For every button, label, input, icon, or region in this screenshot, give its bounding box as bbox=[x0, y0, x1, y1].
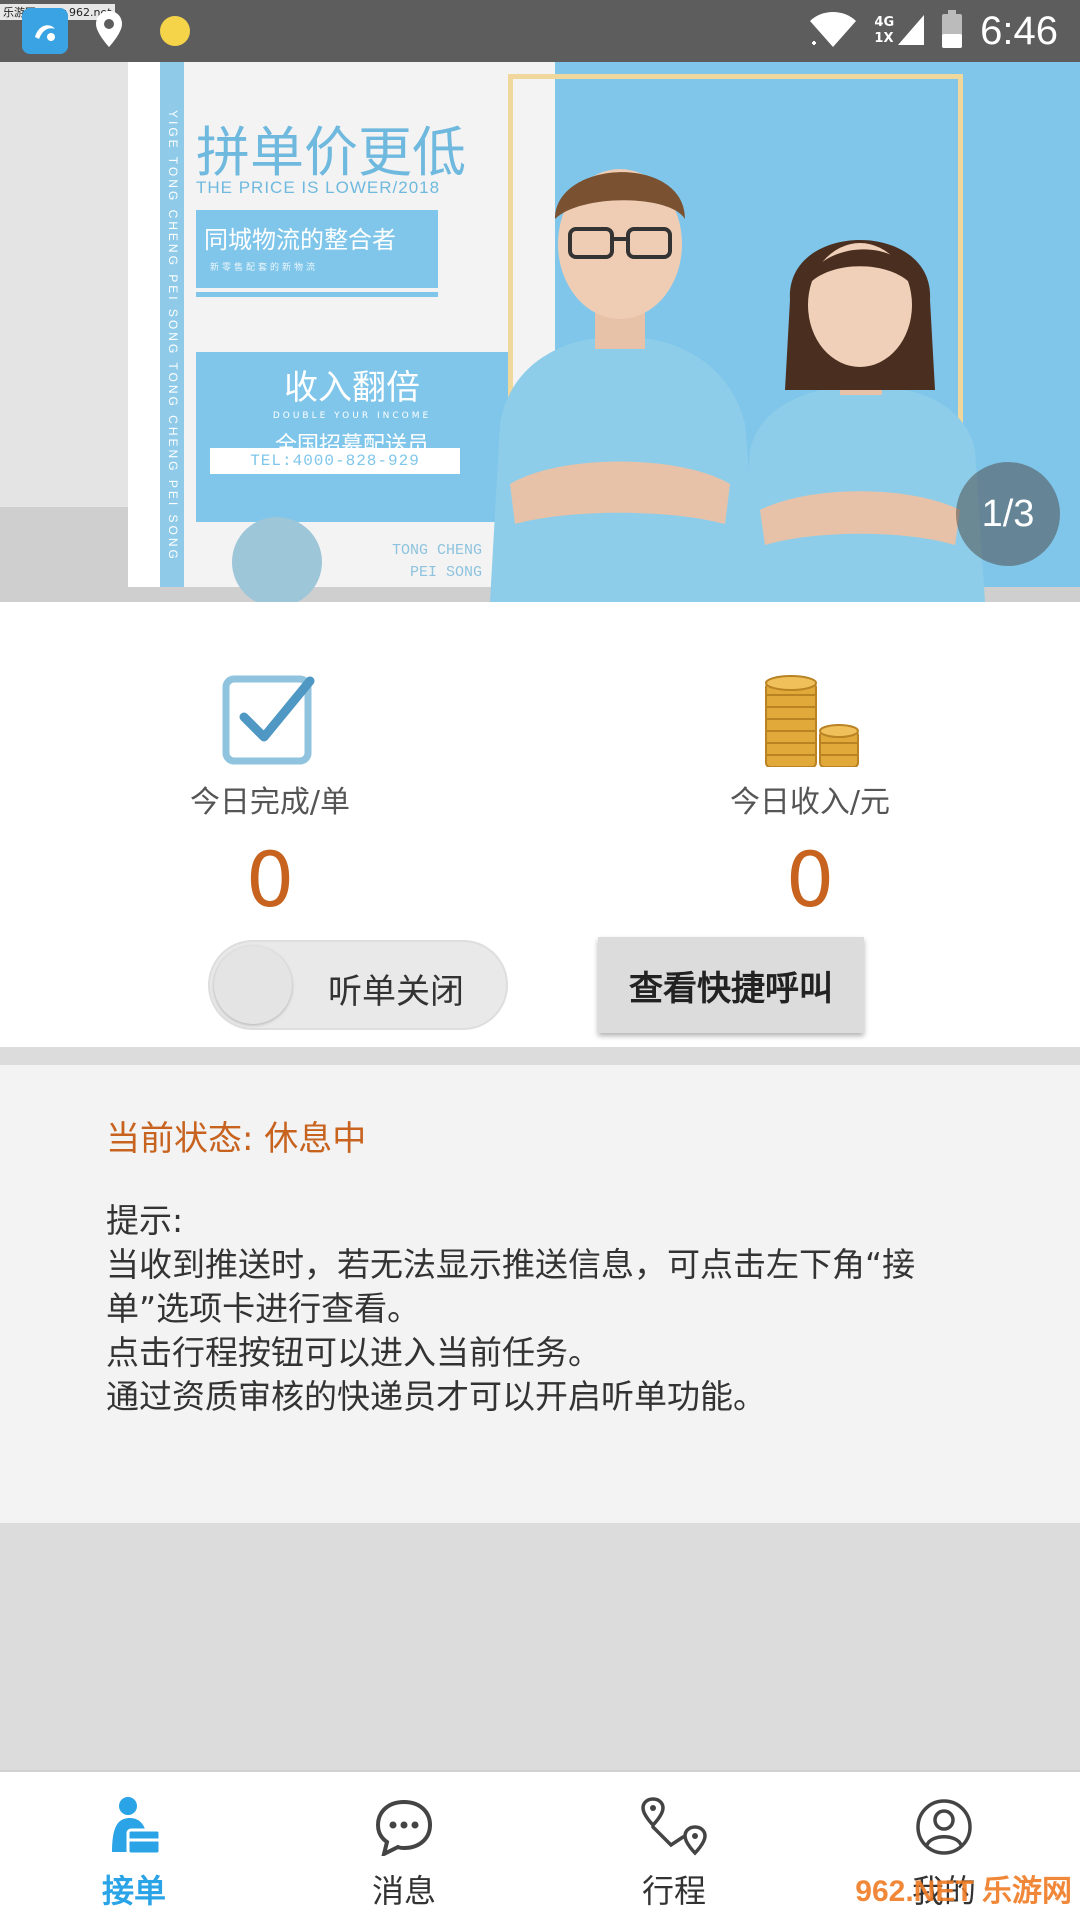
stats-section: 今日完成/单 0 今日收入/元 0 听单关闭 查看快捷呼叫 bbox=[0, 602, 1080, 1047]
user-profile-icon bbox=[864, 1794, 1024, 1860]
tip-item-2: 点击行程按钮可以进入当前任务。 bbox=[106, 1333, 601, 1372]
notification-dot-icon bbox=[160, 16, 190, 46]
banner-divider bbox=[196, 292, 438, 297]
status-panel: 当前状态: 休息中 提示: 当收到推送时，若无法显示推送信息，可点击左下角“接单… bbox=[0, 1065, 1080, 1523]
banner-corner-line-1: TONG CHENG bbox=[392, 542, 483, 559]
listen-orders-toggle-label: 听单关闭 bbox=[328, 972, 464, 1012]
chat-bubble-icon bbox=[324, 1794, 484, 1860]
promo-banner-carousel[interactable]: YIGE TONG CHENG PEI SONG TONG CHENG PEI … bbox=[0, 62, 1080, 602]
completed-orders-value: 0 bbox=[245, 835, 295, 924]
battery-icon bbox=[942, 10, 963, 52]
banner-corner-text: TONG CHENG PEI SONG bbox=[392, 540, 482, 584]
app-notification-icon bbox=[22, 8, 68, 54]
nav-item-trips[interactable]: 行程 bbox=[594, 1794, 754, 1912]
nav-label-orders: 接单 bbox=[101, 1872, 166, 1910]
banner-slogan-box: 同城物流的整合者 新零售配套的新物流 bbox=[196, 210, 438, 288]
listen-orders-toggle[interactable]: 听单关闭 bbox=[208, 940, 508, 1030]
network-type-bottom: 1X bbox=[874, 31, 894, 46]
banner-recruit-title: 收入翻倍 bbox=[284, 368, 420, 408]
toggle-knob bbox=[214, 946, 292, 1024]
tip-item-3: 通过资质审核的快递员才可以开启听单功能。 bbox=[106, 1377, 766, 1416]
signal-icon bbox=[898, 11, 925, 51]
quick-call-button[interactable]: 查看快捷呼叫 bbox=[598, 937, 864, 1033]
banner-slogan-title: 同城物流的整合者 bbox=[204, 226, 396, 254]
banner-recruit-sub: DOUBLE YOUR INCOME bbox=[272, 411, 432, 421]
banner-slogan-sub: 新零售配套的新物流 bbox=[210, 263, 319, 273]
banner-recruit-box: 收入翻倍 DOUBLE YOUR INCOME 全国招募配送员 bbox=[196, 352, 508, 522]
banner-subheadline: THE PRICE IS LOWER/2018 bbox=[196, 178, 441, 197]
courier-man-image bbox=[490, 169, 760, 602]
tips-block: 提示: 当收到推送时，若无法显示推送信息，可点击左下角“接单”选项卡进行查看。 … bbox=[106, 1199, 986, 1419]
nav-label-messages: 消息 bbox=[371, 1872, 436, 1910]
income-label: 今日收入/元 bbox=[729, 785, 891, 820]
checkbox-icon bbox=[120, 672, 420, 767]
wifi-icon bbox=[810, 11, 857, 51]
courier-woman-image bbox=[740, 240, 985, 602]
banner-ball-decoration bbox=[232, 517, 322, 602]
tips-title: 提示: bbox=[106, 1201, 184, 1240]
banner-headline: 拼单价更低 bbox=[196, 121, 466, 184]
network-type-top: 4G bbox=[874, 15, 895, 30]
banner-corner-line-2: PEI SONG bbox=[410, 564, 483, 581]
nav-label-trips: 行程 bbox=[641, 1872, 706, 1910]
watermark-bottom-right: 962.NET 乐游网 bbox=[855, 1875, 1072, 1908]
nav-item-messages[interactable]: 消息 bbox=[324, 1794, 484, 1912]
completed-orders-label: 今日完成/单 bbox=[189, 785, 351, 820]
clock: 6:46 bbox=[980, 8, 1058, 53]
banner-phone: TEL:4000-828-929 bbox=[210, 448, 460, 474]
income-stat: 今日收入/元 0 bbox=[660, 672, 960, 924]
banner-vertical-text: YIGE TONG CHENG PEI SONG TONG CHENG PEI … bbox=[166, 110, 180, 562]
completed-orders-stat: 今日完成/单 0 bbox=[120, 672, 420, 924]
current-state-text: 当前状态: 休息中 bbox=[106, 1119, 367, 1159]
income-value: 0 bbox=[785, 835, 835, 924]
courier-package-icon bbox=[54, 1794, 214, 1860]
coins-icon bbox=[660, 672, 960, 767]
banner-pager-badge: 1/3 bbox=[956, 462, 1060, 566]
poster-white-stripe bbox=[128, 62, 160, 587]
route-icon bbox=[594, 1794, 754, 1860]
nav-item-orders[interactable]: 接单 bbox=[54, 1794, 214, 1912]
tip-item-1: 当收到推送时，若无法显示推送信息，可点击左下角“接单”选项卡进行查看。 bbox=[106, 1245, 916, 1328]
location-pin-icon bbox=[96, 11, 122, 51]
app-screen: 乐游网 www.962.net 4G 1X 6:46 YIGE TONG CHE… bbox=[0, 0, 1080, 1920]
bottom-navigation: 接单 消息 行程 我的 962.NET 乐游网 bbox=[0, 1770, 1080, 1920]
status-bar: 乐游网 www.962.net 4G 1X 6:46 bbox=[0, 0, 1080, 62]
